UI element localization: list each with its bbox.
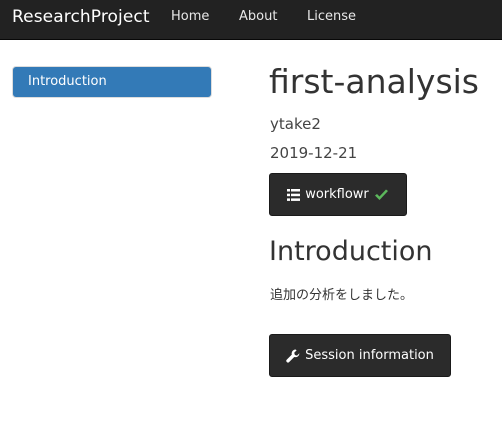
page-title: first-analysis [269,62,480,101]
date: 2019-12-21 [270,144,358,162]
workflowr-label: workflowr [305,187,369,202]
navbar-brand[interactable]: ResearchProject [12,7,150,27]
session-information-button[interactable]: Session information [269,334,451,377]
toc-item-introduction[interactable]: Introduction [28,74,107,89]
checkmark-icon [374,189,389,201]
nav-link-about[interactable]: About [239,9,277,24]
nav-link-license[interactable]: License [307,9,356,24]
wrench-icon [286,349,300,363]
navbar: ResearchProject Home About License [0,0,502,40]
section-text: 追加の分析をしました。 [270,288,414,303]
nav-link-home[interactable]: Home [171,9,209,24]
author: ytake2 [270,115,321,133]
session-information-label: Session information [305,348,434,363]
list-icon [287,188,301,201]
workflowr-button[interactable]: workflowr [269,173,407,216]
toc-sidebar: Introduction [12,66,212,98]
section-heading: Introduction [269,236,433,267]
